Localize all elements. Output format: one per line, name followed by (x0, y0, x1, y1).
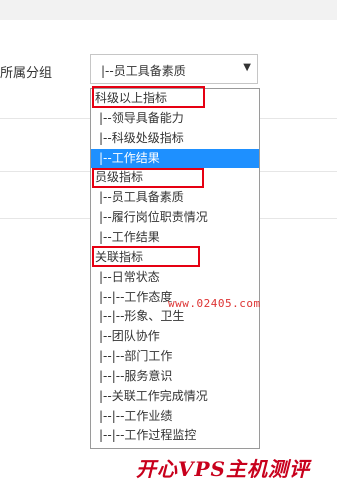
select-value: |--员工具备素质 (101, 64, 186, 78)
dropdown-option[interactable]: |--关联工作完成情况 (91, 387, 259, 406)
dropdown-option[interactable]: |--|--工作业绩 (91, 407, 259, 426)
dropdown-option[interactable]: |--|--工作过程监控 (91, 426, 259, 445)
dropdown-option[interactable]: |--员工具备素质 (91, 188, 259, 207)
highlight-box (92, 246, 200, 267)
group-select[interactable]: |--员工具备素质 ▼ (90, 54, 258, 84)
watermark: www.02405.com (168, 297, 261, 310)
dropdown-option[interactable]: |--领导具备能力 (91, 109, 259, 128)
dropdown-option[interactable]: |--工作结果 (91, 228, 259, 247)
dropdown-option[interactable]: |--科级处级指标 (91, 129, 259, 148)
brand-logo: 开心VPS主机测评 (136, 457, 310, 481)
dropdown-option[interactable]: |--履行岗位职责情况 (91, 208, 259, 227)
highlight-box (92, 168, 204, 188)
dropdown-option[interactable]: |--日常状态 (91, 268, 259, 287)
top-band (0, 0, 337, 20)
dropdown-list[interactable]: 科级以上指标 |--领导具备能力 |--科级处级指标 |--工作结果 员级指标 |--员工… (90, 88, 260, 449)
dropdown-option[interactable]: |--|--部门工作 (91, 347, 259, 366)
chevron-down-icon: ▼ (243, 62, 251, 73)
highlight-box (92, 86, 205, 108)
field-label: 所属分组 (0, 66, 53, 81)
dropdown-option[interactable]: |--|--服务意识 (91, 367, 259, 386)
dropdown-option[interactable]: |--团队协作 (91, 327, 259, 346)
dropdown-option[interactable]: |--工作结果 (91, 148, 259, 168)
dropdown-option[interactable]: |--|--形象、卫生 (91, 307, 259, 326)
